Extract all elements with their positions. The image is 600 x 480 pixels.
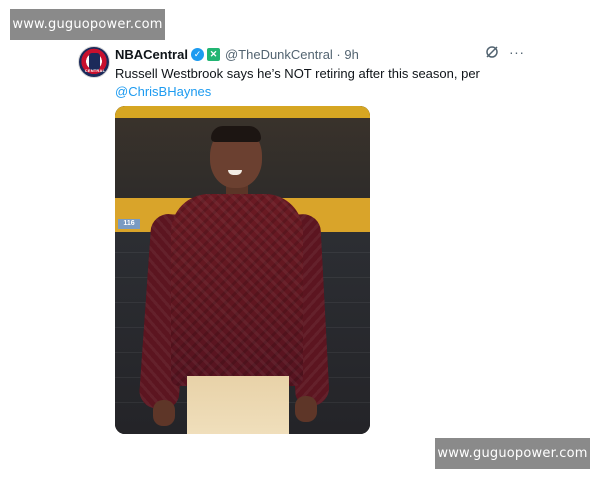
player-right-hand: [295, 396, 317, 422]
display-name[interactable]: NBACentral: [115, 47, 188, 62]
arena-section-sign: 116: [118, 219, 140, 229]
grok-icon[interactable]: [485, 45, 499, 59]
player-sweater: [171, 194, 303, 386]
verified-badge-icon: ✓: [190, 47, 204, 61]
tweet-media-image[interactable]: 116: [115, 106, 370, 434]
tweet-header: NBACentral ✓ ✕ @TheDunkCentral · 9h: [115, 46, 359, 62]
player-left-hand: [153, 400, 175, 426]
player-pants: [187, 376, 289, 434]
player-figure: [138, 126, 331, 434]
tweet-text: Russell Westbrook says he’s NOT retiring…: [115, 65, 525, 101]
tweet-card[interactable]: CENTRAL NBACentral ✓ ✕ @TheDunkCentral ·…: [75, 40, 535, 440]
mention-link[interactable]: @ChrisBHaynes: [115, 84, 211, 99]
player-hair: [211, 126, 261, 142]
watermark-top: www.guguopower.com: [10, 9, 165, 40]
avatar-logo-text: CENTRAL: [84, 68, 106, 73]
tweet-actions: ···: [485, 45, 525, 59]
affiliate-badge-icon: ✕: [206, 47, 220, 61]
tweet-body: Russell Westbrook says he’s NOT retiring…: [115, 66, 480, 81]
avatar[interactable]: CENTRAL: [78, 46, 110, 78]
watermark-bottom: www.guguopower.com: [435, 438, 590, 469]
arena-upper-band: [115, 106, 370, 118]
handle-and-time[interactable]: @TheDunkCentral · 9h: [225, 47, 359, 62]
more-options-icon[interactable]: ···: [509, 45, 525, 59]
